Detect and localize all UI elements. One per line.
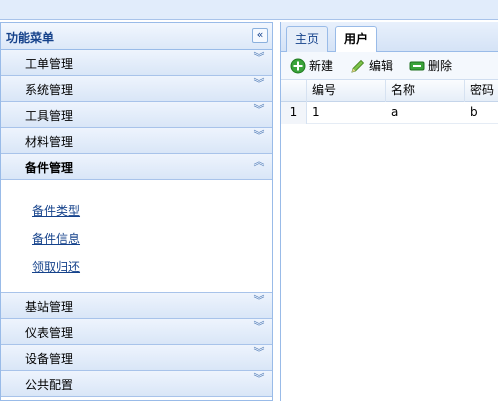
function-menu-header: 功能菜单 « xyxy=(1,23,272,50)
menu-item-system[interactable]: 系统管理 ︾ xyxy=(1,76,272,102)
rownum-header xyxy=(281,80,307,102)
submenu-link-claim-return[interactable]: 领取归还 xyxy=(32,258,80,275)
top-banner xyxy=(0,0,498,20)
submenu-link-spare-type[interactable]: 备件类型 xyxy=(32,202,80,219)
spare-parts-submenu: 备件类型 备件信息 领取归还 xyxy=(1,180,272,293)
grid-header: 编号 名称 密码 xyxy=(281,80,498,102)
function-menu-title: 功能菜单 xyxy=(6,31,55,45)
menu-item-label: 仪表管理 xyxy=(25,326,74,340)
menu-item-instruments[interactable]: 仪表管理 ︾ xyxy=(1,319,272,345)
pencil-icon xyxy=(351,59,365,73)
add-icon xyxy=(290,58,306,74)
column-header-id[interactable]: 编号 xyxy=(307,80,386,102)
function-menu-panel: 功能菜单 « 工单管理 ︾ 系统管理 ︾ 工具管理 ︾ 材料管理 ︾ 备件管理 … xyxy=(0,22,273,401)
menu-item-label: 系统管理 xyxy=(25,83,74,97)
row-number: 1 xyxy=(281,102,307,124)
column-header-name[interactable]: 名称 xyxy=(386,80,465,102)
main-content-panel: 主页 用户 新建 编辑 删除 编号 名称 密码 1 1 a b xyxy=(280,22,498,401)
new-button[interactable]: 新建 xyxy=(290,57,333,75)
menu-item-label: 备件管理 xyxy=(25,161,74,175)
tab-bar: 主页 用户 xyxy=(281,22,498,53)
menu-item-spare-parts[interactable]: 备件管理 ︽ xyxy=(1,154,272,180)
menu-item-label: 设备管理 xyxy=(25,352,74,366)
menu-item-tools[interactable]: 工具管理 ︾ xyxy=(1,102,272,128)
chevron-up-icon[interactable]: ︽ xyxy=(252,156,266,174)
collapse-panel-icon[interactable]: « xyxy=(252,28,268,43)
menu-item-materials[interactable]: 材料管理 ︾ xyxy=(1,128,272,154)
submenu-link-spare-info[interactable]: 备件信息 xyxy=(32,230,80,247)
tab-users[interactable]: 用户 xyxy=(335,26,378,53)
menu-item-equipment[interactable]: 设备管理 ︾ xyxy=(1,345,272,371)
chevron-down-icon[interactable]: ︾ xyxy=(252,373,266,391)
menu-item-label: 材料管理 xyxy=(25,135,74,149)
chevron-down-icon[interactable]: ︾ xyxy=(252,52,266,70)
new-button-label: 新建 xyxy=(309,59,334,73)
cell-name: a xyxy=(391,105,399,119)
chevron-down-icon[interactable]: ︾ xyxy=(252,321,266,339)
menu-item-public-config[interactable]: 公共配置 ︾ xyxy=(1,371,272,397)
column-header-password[interactable]: 密码 xyxy=(465,80,498,102)
chevron-down-icon[interactable]: ︾ xyxy=(252,130,266,148)
grid-toolbar: 新建 编辑 删除 xyxy=(281,52,498,80)
tab-home[interactable]: 主页 xyxy=(286,26,329,52)
cell-id: 1 xyxy=(312,105,320,119)
chevron-down-icon[interactable]: ︾ xyxy=(252,104,266,122)
menu-item-label: 工具管理 xyxy=(25,109,74,123)
delete-button[interactable]: 删除 xyxy=(409,57,452,75)
chevron-down-icon[interactable]: ︾ xyxy=(252,295,266,313)
delete-button-label: 删除 xyxy=(428,59,453,73)
menu-item-label: 基站管理 xyxy=(25,300,74,314)
menu-item-label: 工单管理 xyxy=(25,57,74,71)
table-row[interactable]: 1 1 a b xyxy=(281,102,498,124)
edit-button[interactable]: 编辑 xyxy=(350,57,393,75)
menu-item-label: 公共配置 xyxy=(25,378,74,392)
chevron-down-icon[interactable]: ︾ xyxy=(252,347,266,365)
menu-item-work-order[interactable]: 工单管理 ︾ xyxy=(1,50,272,76)
remove-icon xyxy=(409,61,425,71)
menu-item-base-station[interactable]: 基站管理 ︾ xyxy=(1,293,272,319)
chevron-down-icon[interactable]: ︾ xyxy=(252,78,266,96)
edit-button-label: 编辑 xyxy=(369,59,394,73)
cell-password: b xyxy=(470,105,478,119)
